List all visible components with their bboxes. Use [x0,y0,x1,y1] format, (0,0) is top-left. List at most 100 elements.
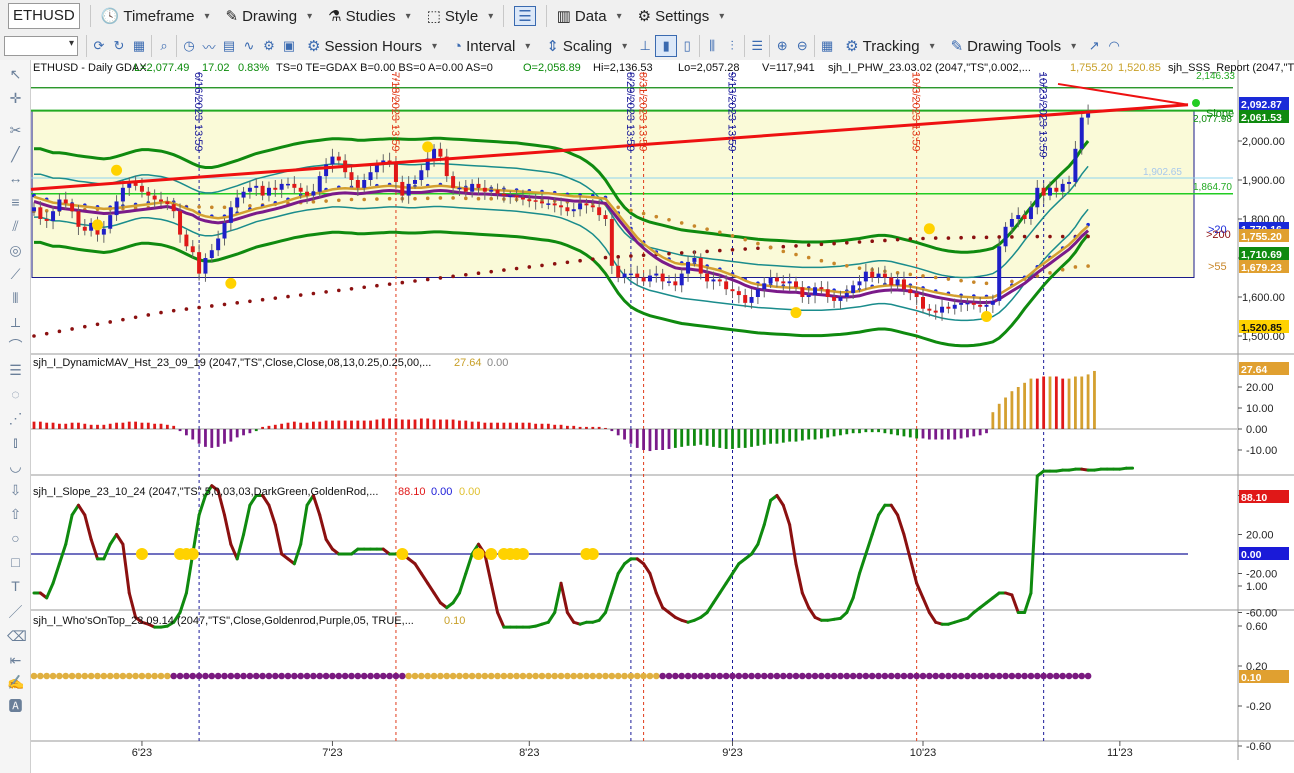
histogram-bar [1067,378,1071,429]
whos-on-top-dot [494,672,501,680]
chart-canvas[interactable]: 6/16/2023 13:59 7/18/2023 13:59 8/29/2023 … [0,0,1294,773]
histogram-bar [108,423,112,429]
candle-body [159,199,163,202]
panel2-value-2: 0.00 [487,357,508,369]
histogram-bar [1093,370,1096,429]
histogram-bar [572,425,576,429]
histogram-bar [718,429,722,448]
pivot-marker [225,277,237,289]
panel4-badge-label: 0.10 [1241,672,1262,684]
ema55-dot [387,196,392,201]
ema200-dot [222,302,227,307]
candle-body [863,271,868,282]
tick-label: -10.00 [1246,445,1277,457]
whos-on-top-dot [418,672,425,680]
candle-body [851,285,856,294]
candle-body [679,273,684,286]
whos-on-top-dot [335,672,343,680]
histogram-bar [216,429,220,447]
candle-body [717,279,722,282]
candle-body [597,207,602,216]
histogram-bar [883,429,887,434]
candle-body [451,176,456,188]
candle-body [889,277,894,286]
candle-body [660,273,665,282]
candle-body [457,187,462,190]
panel1-header-text: sjh_I_PHW_23.03.02 (2047,"TS",0.002,... [828,62,1031,74]
whos-on-top-dot [868,672,876,680]
tick-label: 0.00 [1246,424,1267,436]
candle-body [1060,183,1065,192]
price-tick-label: 1,600.00 [1242,292,1285,304]
histogram-bar [58,423,61,429]
candle-body [787,281,792,284]
histogram-bar [375,419,379,429]
histogram-bar [762,429,766,445]
whos-on-top-dot [487,672,495,680]
level-value-label: 1,864.70 [1193,182,1232,193]
ema200-dot [603,255,608,260]
candle-body [819,287,824,290]
ema200-dot [438,276,443,280]
whos-on-top-dot [1002,672,1009,680]
whos-on-top-dot [697,672,705,680]
histogram-bar [712,429,715,447]
session-vline-label: 6/16/2023 13:59 [192,72,204,152]
candle-body [755,289,760,297]
histogram-bar [102,424,106,429]
histogram-bar [546,423,550,429]
ema200-dot [756,246,760,251]
histogram-bar [902,429,906,437]
x-tick-label: 7'23 [322,747,342,759]
whos-on-top-dot [557,672,565,680]
ema55-dot [489,196,494,201]
candle-body [57,199,62,212]
whos-on-top-dot [170,672,177,680]
candle-body [641,277,646,282]
candle-body [876,273,881,278]
ema200-dot [387,282,392,286]
histogram-bar [534,423,538,429]
histogram-bar [115,422,118,429]
histogram-bar [807,429,811,440]
panel2-header: sjh_I_DynamicMAV_Hst_23_09_19 (2047,"TS"… [33,357,431,369]
slope-cross-marker [485,548,498,560]
whos-on-top-dot [881,672,889,680]
histogram-bar [407,419,411,429]
candle-body [832,297,837,301]
histogram-bar [978,429,982,436]
ema55-dot [946,277,951,281]
histogram-bar [470,421,474,429]
whos-on-top-dot [659,672,666,680]
histogram-bar [172,425,176,429]
whos-on-top-dot [1059,672,1066,680]
candle-body [495,189,500,194]
histogram-bar [521,422,525,429]
whos-on-top-dot [145,672,152,680]
histogram-bar [1048,376,1052,429]
top-value-label: 2,146.33 [1196,71,1235,82]
whos-on-top-dot [1065,672,1073,680]
whos-on-top-dot [564,672,571,680]
whos-on-top-dot [424,672,432,680]
histogram-bar [1023,382,1026,429]
histogram-bar [369,420,372,429]
histogram-bar [1035,378,1039,429]
histogram-bar [680,429,684,447]
candle-body [565,207,570,212]
whos-on-top-dot [462,672,470,680]
candle-body [216,238,221,251]
panel4-value: 0.10 [444,615,465,627]
histogram-bar [540,423,544,429]
candle-body [279,183,284,190]
whos-on-top-dot [691,672,698,680]
candle-body [298,187,303,192]
histogram-bar [756,429,760,446]
whos-on-top-dot [367,672,374,680]
candle-body [317,176,322,192]
x-tick-label: 9'23 [722,747,742,759]
whos-on-top-dot [595,672,603,680]
tick-label: 10.00 [1246,403,1274,415]
candle-body [844,293,849,297]
ema200-dot [794,244,798,248]
